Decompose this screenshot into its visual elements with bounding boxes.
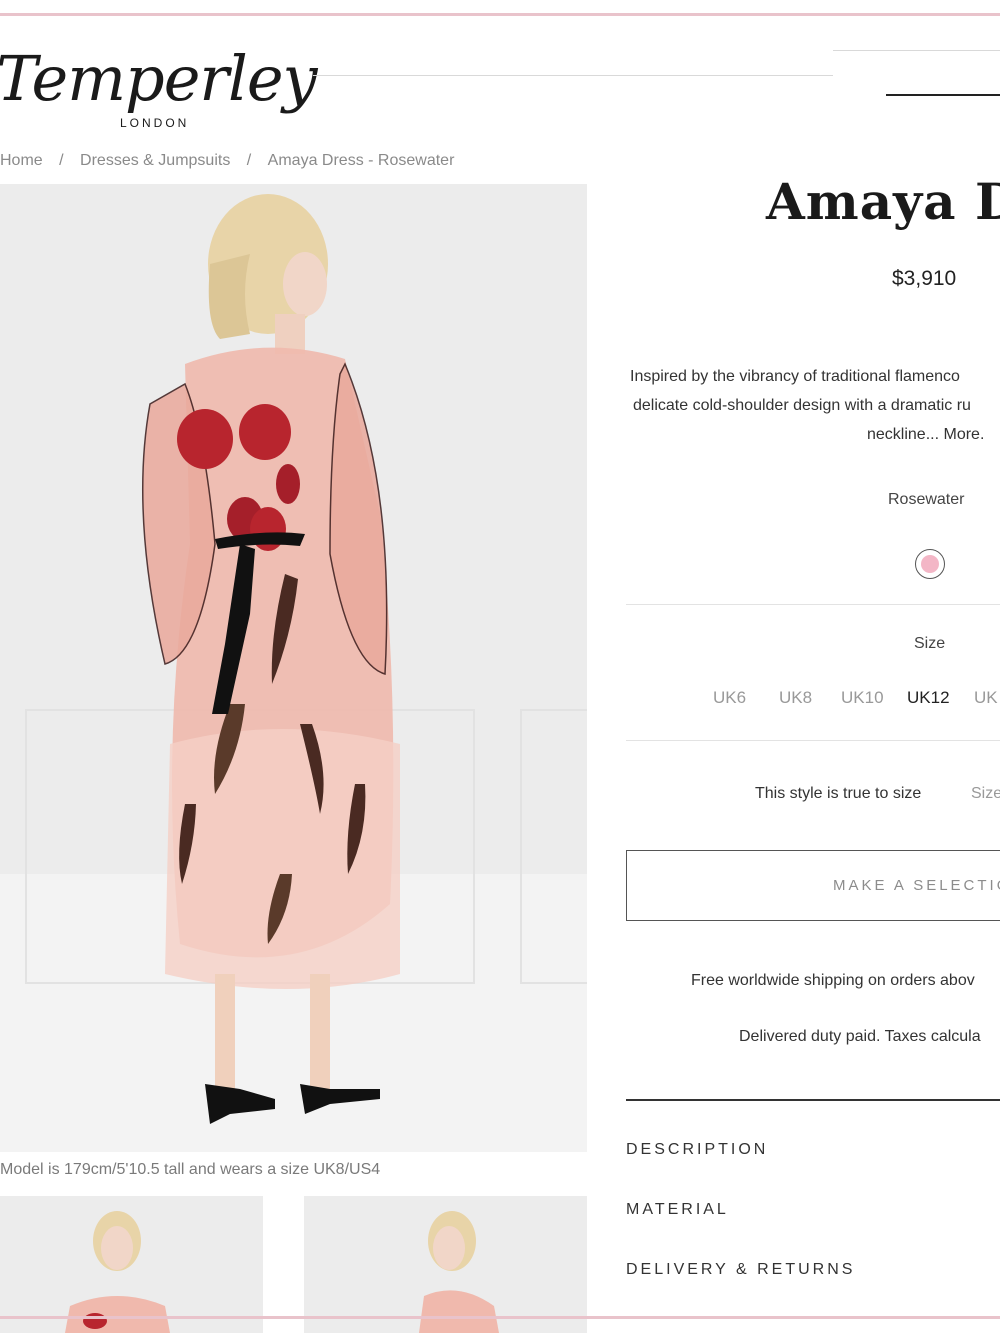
product-price: $3,910: [892, 267, 957, 290]
breadcrumb-separator: /: [246, 152, 252, 169]
nav-divider-right: [833, 50, 1000, 51]
model-figure: [141, 194, 400, 1124]
section-divider: [626, 604, 1000, 605]
search-underline[interactable]: [886, 94, 1000, 96]
product-title: Amaya Dr: [766, 172, 1000, 231]
description-line-more[interactable]: neckline... More.: [867, 420, 1000, 449]
size-option-uk12[interactable]: UK12: [907, 688, 950, 708]
accordion-delivery-returns[interactable]: DELIVERY & RETURNS: [626, 1261, 855, 1279]
nav-divider: [313, 75, 833, 76]
colour-swatch-rosewater[interactable]: [915, 549, 945, 579]
swatch-color-dot: [921, 555, 939, 573]
gallery-thumbnail-side[interactable]: [304, 1196, 587, 1333]
brand-logo-wordmark: Temperley: [0, 42, 318, 115]
brand-logo[interactable]: Temperley LONDON: [0, 40, 318, 140]
size-selector: UK6 UK8 UK10 UK12 UK: [0, 688, 1000, 712]
breadcrumb-separator: /: [59, 152, 64, 169]
size-option-uk10[interactable]: UK10: [841, 688, 884, 708]
size-option-uk14[interactable]: UK: [974, 688, 998, 708]
description-line: delicate cold-shoulder design with a dra…: [633, 397, 971, 414]
gallery-thumbnail-front[interactable]: [0, 1196, 263, 1333]
thumbnail-image: [65, 1211, 170, 1333]
breadcrumb-current[interactable]: Amaya Dress - Rosewater: [268, 152, 455, 170]
add-to-bag-button[interactable]: MAKE A SELECTIO: [626, 850, 1000, 921]
breadcrumb-home[interactable]: Home: [0, 152, 43, 170]
breadcrumb: Home / Dresses & Jumpsuits / Amaya Dress…: [0, 152, 454, 170]
accordion-material[interactable]: MATERIAL: [626, 1201, 729, 1219]
breadcrumb-dresses[interactable]: Dresses & Jumpsuits: [80, 152, 230, 170]
section-divider: [626, 740, 1000, 741]
model-size-caption: Model is 179cm/5'10.5 tall and wears a s…: [0, 1161, 381, 1178]
size-guide-link[interactable]: Size: [971, 785, 1000, 803]
shipping-note: Free worldwide shipping on orders abov: [691, 972, 975, 989]
thumbnail-image: [419, 1211, 499, 1333]
size-option-uk6[interactable]: UK6: [713, 688, 746, 708]
size-label: Size: [914, 635, 946, 652]
brand-logo-subtitle: LONDON: [120, 116, 190, 130]
bottom-accent-rule: [0, 1316, 1000, 1319]
accordion-top-divider: [626, 1099, 1000, 1101]
accordion-description[interactable]: DESCRIPTION: [626, 1141, 768, 1159]
description-line: Inspired by the vibrancy of traditional …: [630, 368, 960, 385]
size-option-uk8[interactable]: UK8: [779, 688, 812, 708]
product-description: Inspired by the vibrancy of traditional …: [612, 362, 1000, 449]
duty-note: Delivered duty paid. Taxes calcula: [739, 1028, 981, 1045]
top-accent-rule: [0, 13, 1000, 16]
fit-note: This style is true to size: [755, 785, 922, 802]
colour-name: Rosewater: [888, 491, 965, 508]
product-main-image[interactable]: [0, 184, 587, 1152]
